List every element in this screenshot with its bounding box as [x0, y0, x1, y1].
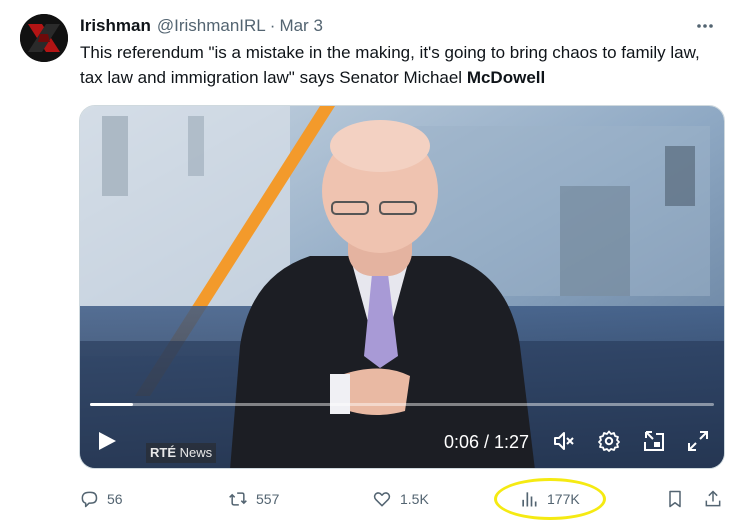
bookmark-button[interactable] [665, 484, 693, 514]
heart-icon [373, 492, 391, 507]
separator-dot: · [269, 16, 276, 35]
tweet-text: This referendum "is a mistake in the mak… [80, 40, 720, 90]
broadcaster-logo: RTÉ News [146, 443, 217, 463]
reply-count: 56 [107, 491, 123, 507]
tweet-card[interactable]: Irishman @IrishmanIRL · Mar 3 This refer… [0, 0, 737, 525]
display-name[interactable]: Irishman [80, 16, 151, 36]
reply-bubble-icon [81, 491, 98, 508]
video-controls: RTÉ News 0:06 / 1:27 [80, 424, 724, 463]
like-button[interactable]: 1.5K [372, 484, 429, 514]
avatar[interactable] [20, 14, 68, 62]
views-highlight-circle [494, 478, 606, 520]
bookmark-icon [669, 490, 681, 508]
broadcaster-logo-bold: RTÉ [150, 445, 176, 460]
repost-count: 557 [256, 491, 280, 507]
tweet-date[interactable]: Mar 3 [279, 16, 322, 36]
avatar-image [20, 14, 68, 62]
share-button[interactable] [703, 484, 731, 514]
repost-icon [229, 492, 247, 506]
reply-button[interactable]: 56 [79, 484, 123, 514]
tweet-actions: 56 557 1.5K 177K [79, 484, 725, 514]
like-count: 1.5K [400, 491, 429, 507]
user-handle[interactable]: @IrishmanIRL [157, 16, 266, 36]
tweet-text-body: This referendum "is a mistake in the mak… [80, 43, 700, 87]
more-dots-icon[interactable] [693, 14, 717, 38]
tweet-text-bold-name: McDowell [466, 68, 546, 87]
volume-muted-icon[interactable] [552, 429, 576, 453]
video-progress-bar[interactable] [90, 403, 714, 406]
video-player[interactable]: RTÉ News 0:06 / 1:27 [79, 105, 725, 469]
video-progress-fill [90, 403, 134, 406]
gear-icon[interactable] [597, 429, 621, 453]
video-time: 0:06 / 1:27 [444, 432, 530, 452]
repost-button[interactable]: 557 [228, 484, 279, 514]
picture-in-picture-icon[interactable] [642, 429, 666, 453]
fullscreen-icon[interactable] [686, 429, 710, 453]
share-icon [705, 490, 721, 507]
broadcaster-logo-rest: News [179, 445, 213, 460]
tweet-header: Irishman @IrishmanIRL · Mar 3 [80, 16, 717, 36]
play-icon[interactable] [96, 430, 118, 452]
video-frame [80, 106, 724, 468]
